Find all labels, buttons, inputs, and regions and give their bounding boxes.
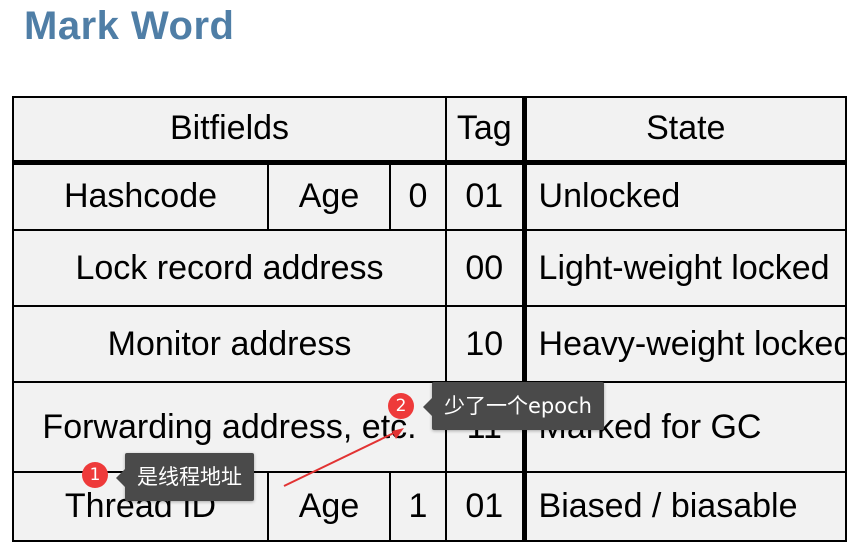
header-state: State <box>523 96 848 165</box>
cell-age: Age <box>267 471 391 542</box>
page-title: Mark Word <box>24 4 235 48</box>
cell-state: Biased / biasable <box>523 471 848 542</box>
table-row: Monitor address 10 Heavy-weight locked <box>11 305 848 383</box>
header-bitfields: Bitfields <box>11 96 448 165</box>
cell-biased-bit: 1 <box>388 471 448 542</box>
annotation-tooltip-2[interactable]: 少了一个epoch <box>423 382 604 430</box>
annotation-tooltip-1[interactable]: 是线程地址 <box>116 453 254 501</box>
cell-state: Heavy-weight locked <box>523 305 848 383</box>
cell-tag: 10 <box>445 305 527 383</box>
table-header-row: Bitfields Tag State <box>11 96 848 165</box>
cell-tag: 01 <box>445 161 527 231</box>
cell-tag: 01 <box>445 471 527 542</box>
annotation-badge-2[interactable]: 2 <box>388 393 414 419</box>
table-row: Hashcode Age 0 01 Unlocked <box>12 161 848 231</box>
cell-state: Light-weight locked <box>523 229 848 307</box>
cell-biased-bit: 0 <box>388 161 448 231</box>
cell-bitfield: Monitor address <box>11 305 448 383</box>
cell-bitfield: Lock record address <box>11 229 448 307</box>
cell-hashcode: Hashcode <box>12 161 269 231</box>
cell-state: Unlocked <box>523 161 848 231</box>
cell-age: Age <box>267 161 391 231</box>
header-tag: Tag <box>445 96 527 165</box>
cell-tag: 00 <box>445 229 527 307</box>
annotation-badge-1[interactable]: 1 <box>82 462 108 488</box>
table-row: Lock record address 00 Light-weight lock… <box>11 229 848 307</box>
